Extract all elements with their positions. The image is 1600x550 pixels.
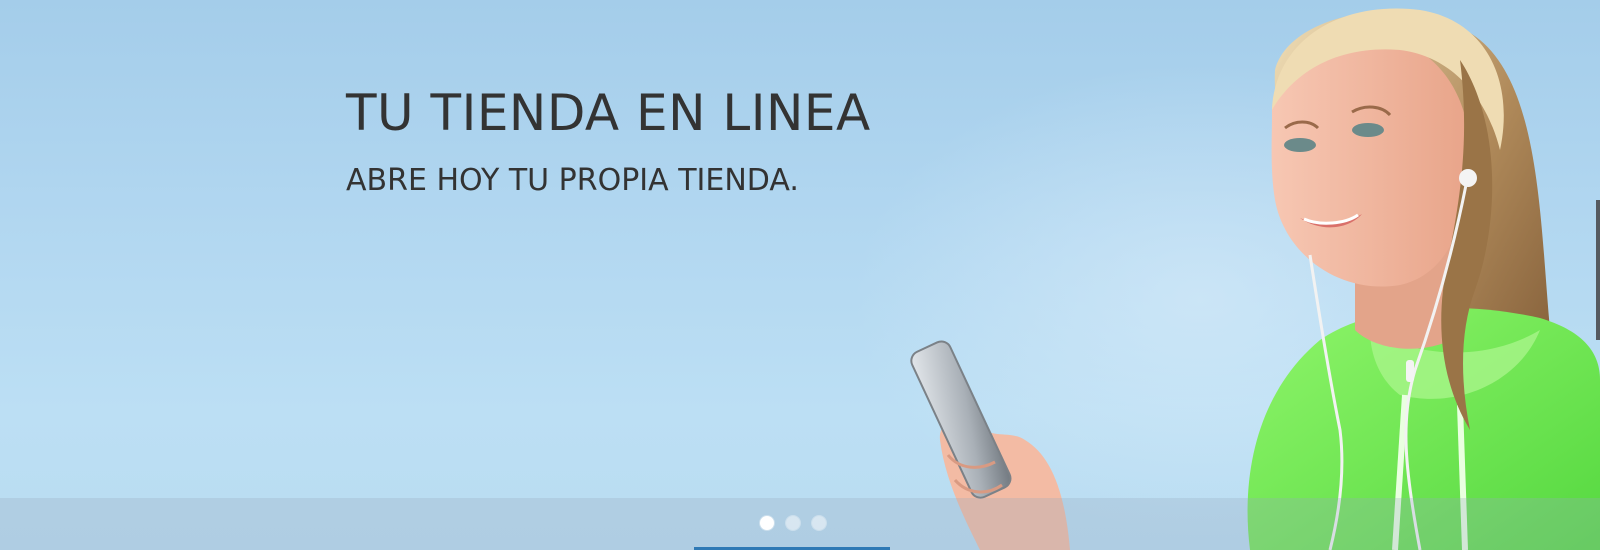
carousel-dots [760,516,826,530]
hero-photo-woman-with-phone [910,8,1600,550]
hero-slider: TU TIENDA EN LINEA ABRE HOY TU PROPIA TI… [0,0,1600,550]
hero-headline: TU TIENDA EN LINEA [346,84,871,142]
neck-and-face [1271,34,1471,349]
hero-text: TU TIENDA EN LINEA ABRE HOY TU PROPIA TI… [346,86,871,199]
scrollbar-thumb[interactable] [1596,200,1600,340]
carousel-dot-1[interactable] [760,516,774,530]
carousel-dot-2[interactable] [786,516,800,530]
hero-subheadline: ABRE HOY TU PROPIA TIENDA. [346,163,799,198]
carousel-dot-3[interactable] [812,516,826,530]
